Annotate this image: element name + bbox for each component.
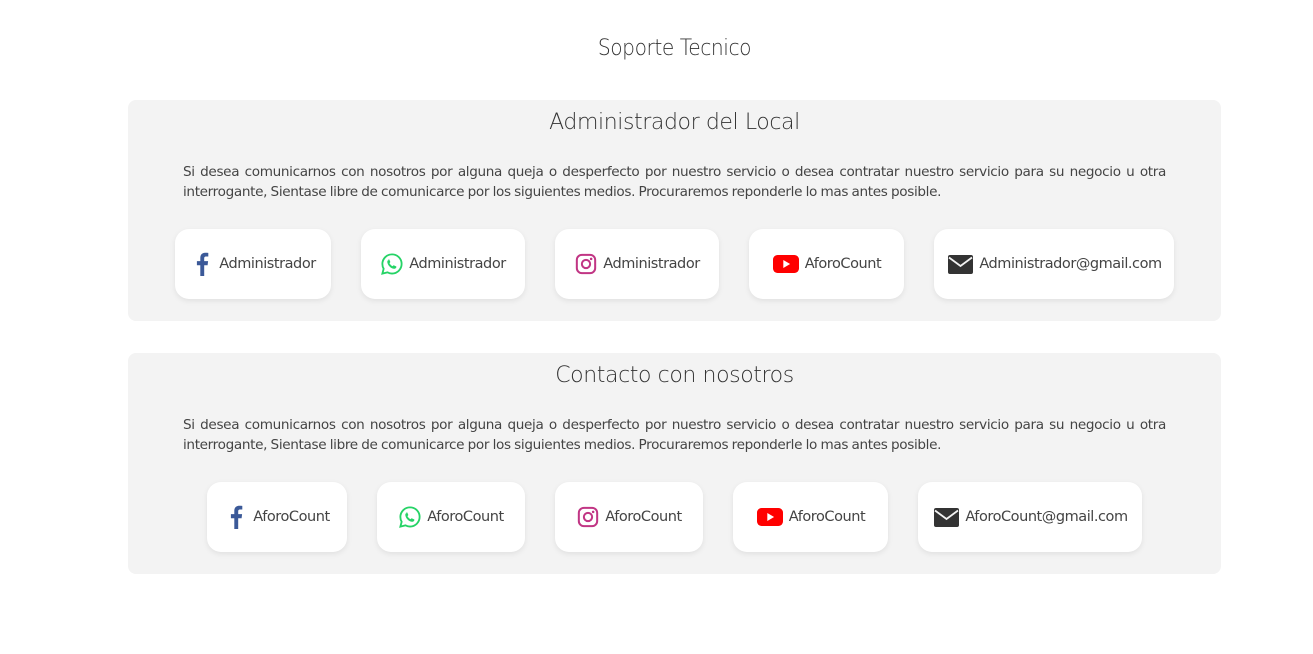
contact-label: Administrador: [409, 256, 506, 272]
contact-label: Administrador@gmail.com: [979, 256, 1162, 272]
youtube-icon: [756, 505, 784, 529]
section-description: Si desea comunicarnos con nosotros por a…: [183, 164, 1166, 200]
contact-label: AforoCount: [804, 256, 882, 272]
contact-mail-button[interactable]: AforoCount@gmail.com: [918, 482, 1142, 552]
contact-instagram-button[interactable]: Administrador: [555, 229, 719, 299]
contact-youtube-button[interactable]: AforoCount: [749, 229, 904, 299]
contact-list: Administrador Administrador Administrado…: [128, 229, 1221, 299]
contact-label: AforoCount@gmail.com: [965, 509, 1128, 525]
contact-label: AforoCount: [605, 509, 682, 525]
section-card-admin: Administrador del Local Si desea comunic…: [128, 100, 1221, 321]
mail-icon: [932, 505, 960, 529]
section-card-contact: Contacto con nosotros Si desea comunicar…: [128, 353, 1221, 574]
section-title: Administrador del Local: [549, 110, 800, 135]
section-description: Si desea comunicarnos con nosotros por a…: [183, 417, 1166, 453]
contact-facebook-button[interactable]: Administrador: [175, 229, 331, 299]
contact-mail-button[interactable]: Administrador@gmail.com: [934, 229, 1174, 299]
facebook-icon: [224, 505, 248, 529]
page-title: Soporte Tecnico: [597, 36, 752, 61]
instagram-icon: [574, 252, 598, 276]
contact-instagram-button[interactable]: AforoCount: [555, 482, 703, 552]
contact-label: AforoCount: [427, 509, 504, 525]
contact-youtube-button[interactable]: AforoCount: [733, 482, 888, 552]
contact-list: AforoCount AforoCount AforoCount AforoCo…: [128, 482, 1221, 552]
whatsapp-icon: [398, 505, 422, 529]
instagram-icon: [576, 505, 600, 529]
contact-facebook-button[interactable]: AforoCount: [207, 482, 347, 552]
youtube-icon: [772, 252, 800, 276]
contact-label: AforoCount: [253, 509, 330, 525]
contact-whatsapp-button[interactable]: AforoCount: [377, 482, 525, 552]
contact-label: Administrador: [219, 256, 316, 272]
section-title: Contacto con nosotros: [555, 363, 794, 388]
whatsapp-icon: [380, 252, 404, 276]
mail-icon: [946, 252, 974, 276]
contact-whatsapp-button[interactable]: Administrador: [361, 229, 525, 299]
contact-label: AforoCount: [788, 509, 866, 525]
contact-label: Administrador: [603, 256, 700, 272]
page: Soporte Tecnico Administrador del Local …: [0, 0, 1313, 654]
facebook-icon: [190, 252, 214, 276]
